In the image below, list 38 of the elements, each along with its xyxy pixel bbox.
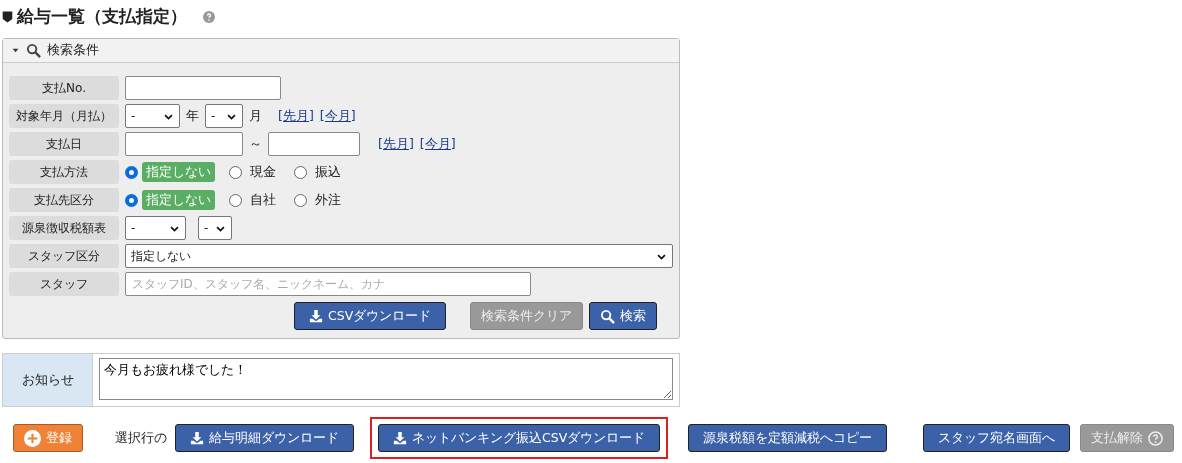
field-label: スタッフ区分	[9, 244, 119, 268]
field-label: 支払方法	[9, 160, 119, 184]
month-select[interactable]: -	[205, 104, 243, 128]
date-link[interactable]: [今月]	[319, 106, 356, 126]
field-label: スタッフ	[9, 272, 119, 296]
action-button[interactable]: スタッフ宛名画面へ	[923, 424, 1071, 452]
date-link[interactable]: [先月]	[278, 106, 314, 126]
notice-textarea[interactable]: 今月もお疲れ様でした！	[99, 358, 673, 400]
option-label: 指定しない	[142, 189, 215, 211]
text-field[interactable]: スタッフID、スタッフ名、ニックネーム、カナ	[125, 272, 531, 296]
caption-text: 選択行の	[115, 428, 167, 447]
field-label: 源泉徴収税額表	[9, 216, 119, 240]
page-title: 給与一覧（支払指定）	[17, 5, 187, 29]
unit-label: 年	[186, 106, 199, 125]
range-separator: ～	[249, 134, 262, 153]
field-label: 支払日	[9, 132, 119, 156]
year-select[interactable]: -	[125, 104, 180, 128]
option-label: 現金	[249, 162, 277, 181]
action-button[interactable]: 給与明細ダウンロード	[175, 424, 354, 452]
action-button[interactable]: 源泉税額を定額減税へコピー	[688, 424, 888, 452]
select-field[interactable]: -	[198, 216, 232, 240]
search-button[interactable]: 検索	[589, 302, 658, 330]
field-label: 支払先区分	[9, 188, 119, 212]
field-label: 支払No.	[9, 76, 119, 100]
action-button[interactable]: CSVダウンロード	[294, 302, 447, 330]
field-label: 対象年月（月払）	[9, 104, 119, 128]
date-link[interactable]: [今月]	[419, 134, 456, 154]
date-link[interactable]: [先月]	[378, 134, 414, 154]
option-label: 振込	[314, 162, 342, 181]
notice-label: お知らせ	[3, 354, 93, 406]
select-field[interactable]: -	[125, 216, 186, 240]
action-button[interactable]: ネットバンキング振込CSVダウンロード	[378, 424, 661, 452]
unit-label: 月	[249, 106, 262, 125]
option-label: 指定しない	[142, 161, 215, 183]
option-label: 自社	[249, 190, 277, 209]
option-label: 外注	[314, 190, 342, 209]
dropdown-field[interactable]: 指定しない	[124, 244, 673, 268]
panel-header[interactable]: 検索条件	[3, 39, 679, 63]
